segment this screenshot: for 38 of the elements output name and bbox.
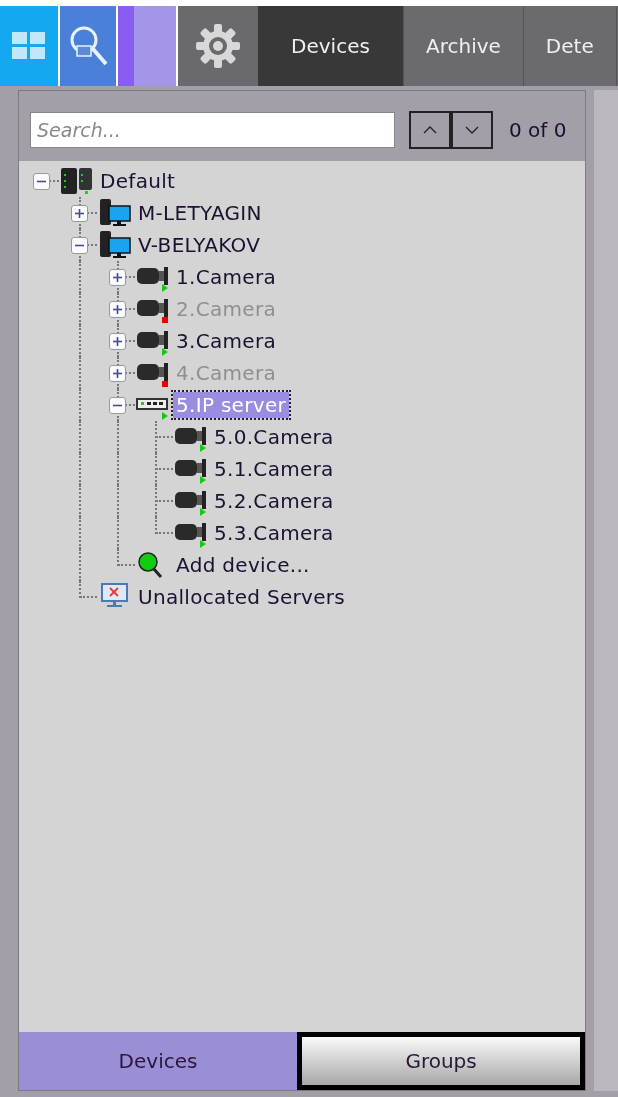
up-caret-icon — [423, 126, 437, 134]
grid-icon — [12, 32, 46, 60]
previous-button[interactable] — [409, 111, 451, 149]
computer-icon — [97, 198, 133, 228]
panel-tab[interactable]: Groups — [297, 1032, 586, 1090]
tree-item[interactable]: Add device... — [173, 552, 313, 578]
servers-icon — [59, 166, 95, 196]
match-count: 0 of 0 — [509, 118, 567, 142]
plus-icon — [113, 368, 122, 378]
tree-item[interactable]: 5.0.Camera — [211, 424, 337, 450]
settings-icon — [195, 23, 241, 69]
search-archive-button[interactable] — [60, 6, 118, 86]
expander-toggle[interactable] — [71, 236, 88, 254]
down-caret-icon — [465, 126, 479, 134]
computer-icon — [97, 230, 133, 260]
plus-icon — [113, 336, 122, 346]
plus-icon — [75, 208, 84, 218]
expander-toggle[interactable] — [109, 268, 126, 286]
search-field[interactable]: Search... — [30, 112, 395, 148]
tree-item[interactable]: Default — [97, 168, 179, 194]
layouts-grid-button[interactable] — [0, 6, 60, 86]
tree-item[interactable]: V-BELYAKOV — [135, 232, 264, 258]
tree-item[interactable]: 5.3.Camera — [211, 520, 337, 546]
expander-toggle[interactable] — [33, 172, 50, 190]
expander-toggle[interactable] — [109, 396, 126, 414]
tree-item[interactable]: M-LETYAGIN — [135, 200, 265, 226]
plus-icon — [113, 304, 122, 314]
expander-toggle[interactable] — [71, 204, 88, 222]
tree-item[interactable]: Unallocated Servers — [135, 584, 349, 610]
nav-tab[interactable]: Devices — [258, 6, 404, 86]
tree-item[interactable]: 5.2.Camera — [211, 488, 337, 514]
settings-button[interactable] — [178, 6, 258, 86]
expander-toggle[interactable] — [109, 332, 126, 350]
tree-item[interactable]: 1.Camera — [173, 264, 279, 290]
next-button[interactable] — [451, 111, 493, 149]
tree-item[interactable]: 5.1.Camera — [211, 456, 337, 482]
plus-icon — [113, 272, 122, 282]
tree-item[interactable]: 3.Camera — [173, 328, 279, 354]
